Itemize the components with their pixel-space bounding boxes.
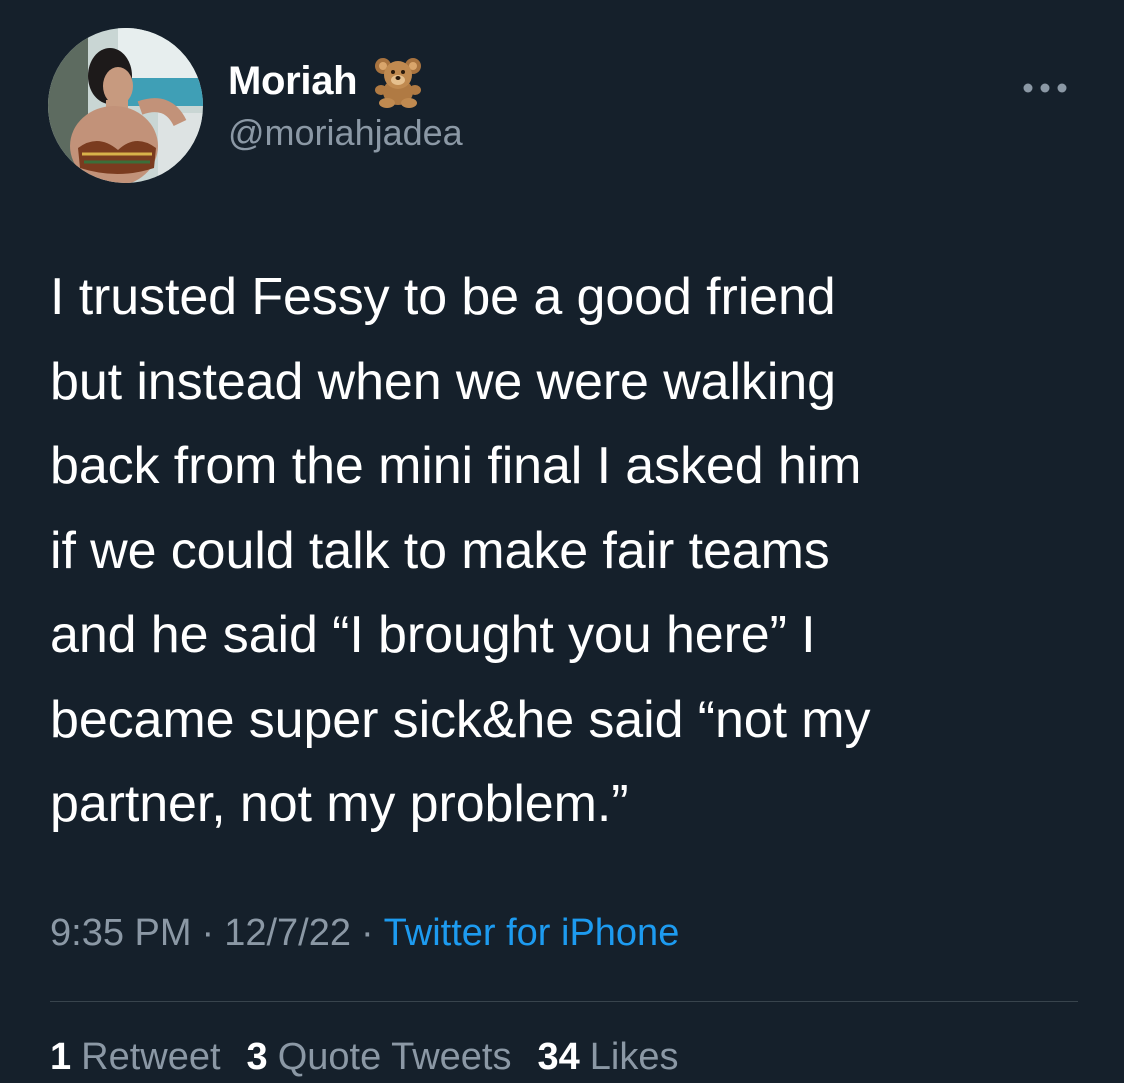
tweet-stats: 1 Retweet 3 Quote Tweets 34 Likes (50, 1036, 704, 1079)
avatar[interactable] (48, 28, 203, 183)
author-names: Moriah @moriahjadea (228, 56, 463, 154)
likes-count: 34 (537, 1036, 580, 1078)
tweet-source-link[interactable]: Twitter for iPhone (384, 912, 680, 954)
avatar-photo (48, 28, 203, 183)
likes-stat[interactable]: 34 Likes (537, 1036, 678, 1079)
divider (50, 1001, 1078, 1002)
likes-label: Likes (589, 1036, 679, 1078)
quotes-count: 3 (246, 1036, 268, 1078)
tweet-text: I trusted Fessy to be a good friend but … (50, 268, 871, 833)
tweet-meta: 9:35 PM · 12/7/22 · Twitter for iPhone (50, 912, 679, 955)
more-dots-icon (1023, 83, 1067, 93)
retweets-stat[interactable]: 1 Retweet (50, 1036, 221, 1079)
meta-separator: · (201, 912, 215, 954)
tweet-header: Moriah @moriahjadea (48, 28, 1078, 188)
retweets-label: Retweet (81, 1036, 221, 1078)
quotes-label: Quote Tweets (277, 1036, 512, 1078)
display-name[interactable]: Moriah (228, 59, 358, 104)
meta-separator: · (360, 912, 374, 954)
quote-tweets-stat[interactable]: 3 Quote Tweets (247, 1036, 512, 1079)
tweet-date[interactable]: 12/7/22 (224, 912, 351, 954)
more-options-button[interactable] (1020, 76, 1070, 100)
teddy-bear-icon (371, 54, 425, 108)
tweet-card: Moriah @moriahjadea I trusted Fessy to b… (0, 0, 1124, 1083)
retweets-count: 1 (50, 1036, 72, 1078)
author-handle[interactable]: @moriahjadea (228, 112, 463, 154)
display-name-row: Moriah (228, 54, 463, 108)
tweet-time[interactable]: 9:35 PM (50, 912, 192, 954)
